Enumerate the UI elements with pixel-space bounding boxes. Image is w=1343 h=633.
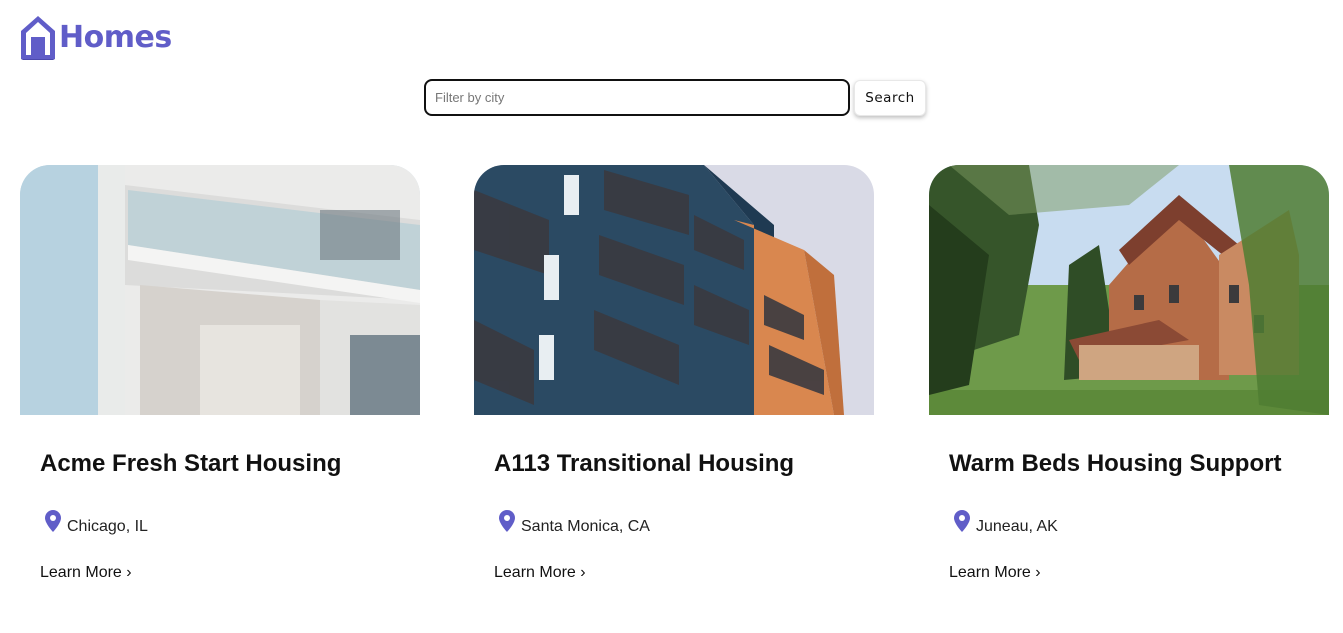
listing-card: Warm Beds Housing Support Juneau, AK Lea… (929, 165, 1329, 582)
location-text: Santa Monica, CA (521, 518, 650, 535)
search-button[interactable]: Search (854, 79, 926, 116)
listing-title: Warm Beds Housing Support (949, 450, 1282, 477)
brand-header[interactable]: Homes (20, 14, 172, 60)
listing-card: Acme Fresh Start Housing Chicago, IL Lea… (20, 165, 420, 582)
house-icon (21, 15, 55, 60)
map-pin-icon (45, 510, 61, 532)
learn-more-link[interactable]: Learn More › (949, 564, 1041, 582)
listing-title: Acme Fresh Start Housing (40, 450, 342, 477)
map-pin-icon (954, 510, 970, 532)
listing-card: A113 Transitional Housing Santa Monica, … (474, 165, 874, 582)
learn-more-link[interactable]: Learn More › (494, 564, 586, 582)
learn-more-link[interactable]: Learn More › (40, 564, 132, 582)
listing-photo (929, 165, 1329, 415)
map-pin-icon (499, 510, 515, 532)
brand-name: Homes (59, 19, 172, 55)
listing-title: A113 Transitional Housing (494, 450, 795, 477)
listing-photo (474, 165, 874, 415)
listing-photo (20, 165, 420, 415)
city-filter-input[interactable] (424, 79, 850, 116)
listing-location: Santa Monica, CA (499, 510, 874, 536)
search-form: Search (424, 79, 926, 116)
listing-location: Chicago, IL (45, 510, 420, 536)
listing-location: Juneau, AK (954, 510, 1329, 536)
location-text: Chicago, IL (67, 518, 148, 535)
location-text: Juneau, AK (976, 518, 1058, 535)
